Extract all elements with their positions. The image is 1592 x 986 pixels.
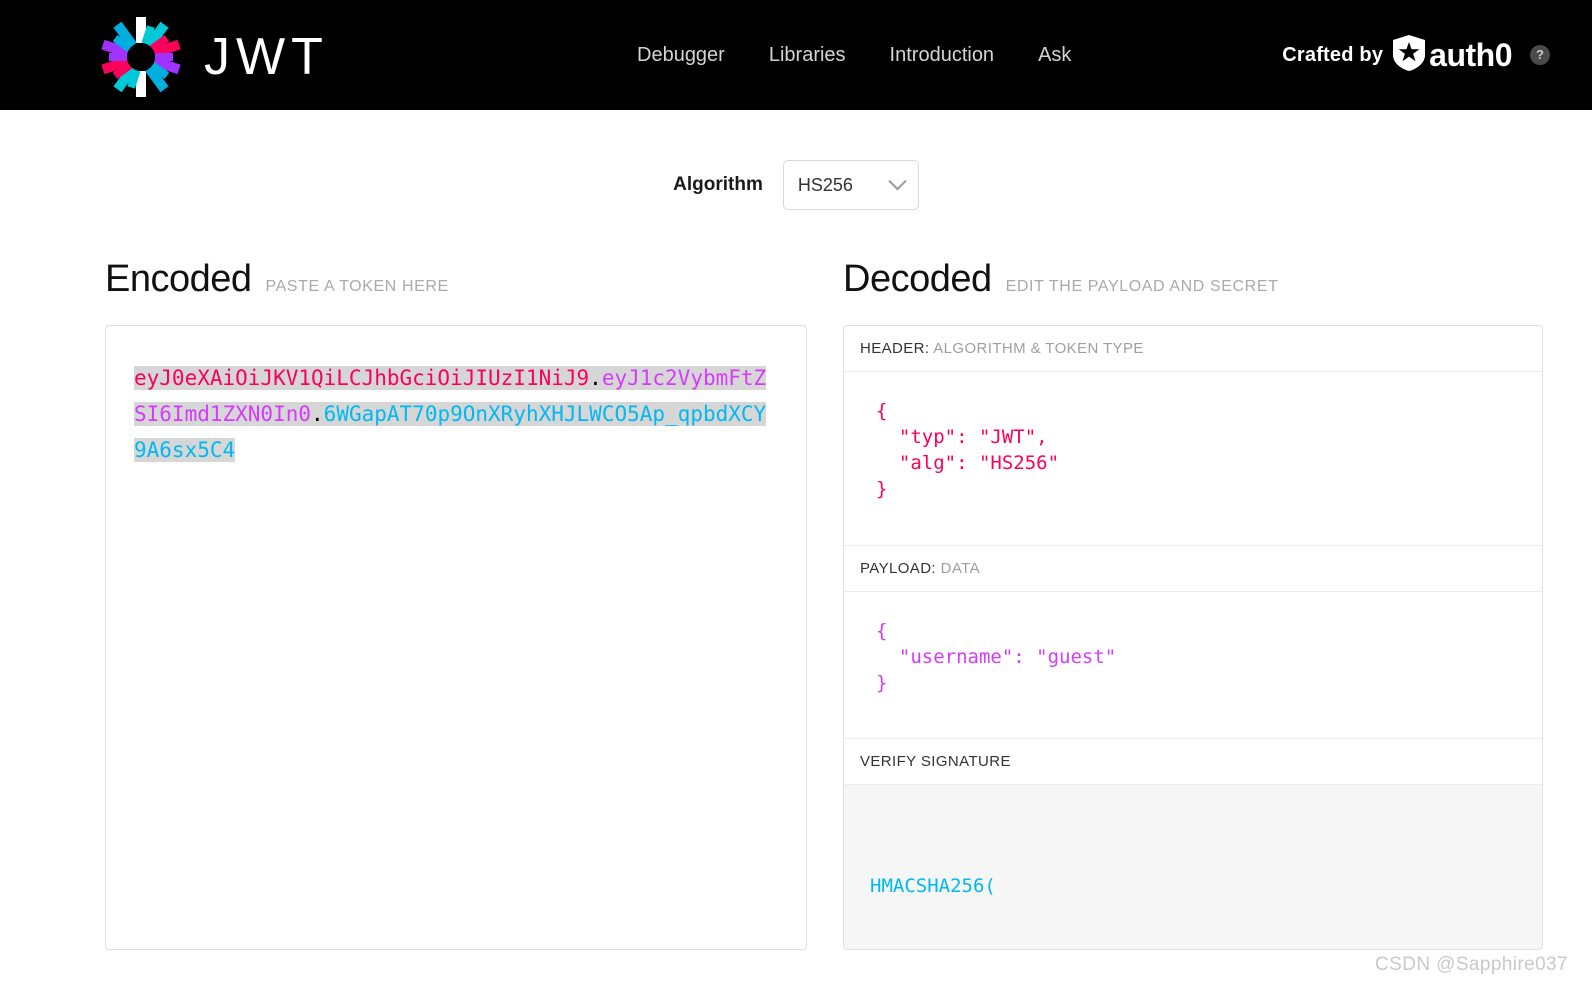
decoded-heading: Decoded EDIT THE PAYLOAD AND SECRET bbox=[843, 258, 1278, 301]
token-separator-2: . bbox=[311, 402, 324, 426]
payload-label-muted: DATA bbox=[940, 560, 980, 577]
auth0-wordmark: auth0 bbox=[1429, 37, 1512, 73]
payload-label-text: PAYLOAD: bbox=[860, 560, 937, 577]
token-header-segment: eyJ0eXAiOiJKV1QiLCJhbGciOiJIUzI1NiJ9 bbox=[134, 366, 590, 390]
top-navigation-bar: JWT Debugger Libraries Introduction Ask … bbox=[0, 0, 1592, 110]
encoded-token-text[interactable]: eyJ0eXAiOiJKV1QiLCJhbGciOiJIUzI1NiJ9.eyJ… bbox=[134, 360, 778, 468]
nav-item-debugger[interactable]: Debugger bbox=[637, 44, 725, 67]
token-separator-1: . bbox=[589, 366, 602, 390]
brand-logo[interactable]: JWT bbox=[100, 16, 329, 98]
encoded-token-input[interactable]: eyJ0eXAiOiJKV1QiLCJhbGciOiJIUzI1NiJ9.eyJ… bbox=[105, 325, 807, 950]
decoded-panel: HEADER: ALGORITHM & TOKEN TYPE { "typ": … bbox=[843, 325, 1543, 950]
crafted-by-auth0[interactable]: Crafted by auth0 ? bbox=[1282, 0, 1550, 110]
encoded-title: Encoded bbox=[105, 258, 252, 300]
jwt-starburst-icon bbox=[100, 16, 182, 98]
signature-verify-body: HMACSHA256( base64UrlEncode(header) + ".… bbox=[844, 785, 1542, 949]
auth0-logo[interactable]: auth0 bbox=[1393, 34, 1512, 76]
nav-item-ask[interactable]: Ask bbox=[1038, 44, 1071, 67]
encoded-heading: Encoded PASTE A TOKEN HERE bbox=[105, 258, 449, 301]
auth0-shield-icon bbox=[1393, 34, 1426, 76]
nav-item-introduction[interactable]: Introduction bbox=[890, 44, 995, 67]
brand-wordmark: JWT bbox=[204, 28, 329, 86]
decoded-title: Decoded bbox=[843, 258, 992, 300]
signature-section-label: VERIFY SIGNATURE bbox=[844, 738, 1542, 785]
algorithm-label: Algorithm bbox=[673, 174, 763, 195]
nav-item-libraries[interactable]: Libraries bbox=[769, 44, 846, 67]
help-circle-icon[interactable]: ? bbox=[1530, 45, 1550, 65]
crafted-by-label: Crafted by bbox=[1282, 43, 1384, 66]
main-nav: Debugger Libraries Introduction Ask bbox=[637, 0, 1071, 110]
header-label-muted: ALGORITHM & TOKEN TYPE bbox=[933, 340, 1144, 357]
header-section-label: HEADER: ALGORITHM & TOKEN TYPE bbox=[844, 326, 1542, 372]
chevron-down-icon bbox=[888, 171, 907, 190]
jwt-debugger-page: JWT Debugger Libraries Introduction Ask … bbox=[0, 0, 1592, 986]
signature-label-text: VERIFY SIGNATURE bbox=[860, 753, 1011, 770]
payload-section-label: PAYLOAD: DATA bbox=[844, 545, 1542, 592]
header-json-editor[interactable]: { "typ": "JWT", "alg": "HS256" } bbox=[844, 372, 1542, 545]
encoded-subtitle: PASTE A TOKEN HERE bbox=[265, 278, 449, 295]
decoded-subtitle: EDIT THE PAYLOAD AND SECRET bbox=[1005, 278, 1279, 295]
algorithm-selected-value: HS256 bbox=[797, 174, 853, 195]
algorithm-row: Algorithm HS256 bbox=[0, 160, 1592, 210]
watermark-text: CSDN @Sapphire037 bbox=[1375, 954, 1568, 975]
algorithm-select[interactable]: HS256 bbox=[782, 160, 919, 210]
payload-json-editor[interactable]: { "username": "guest" } bbox=[844, 592, 1542, 738]
hmac-line-1: HMACSHA256( bbox=[870, 875, 996, 897]
header-label-text: HEADER: bbox=[860, 340, 930, 357]
